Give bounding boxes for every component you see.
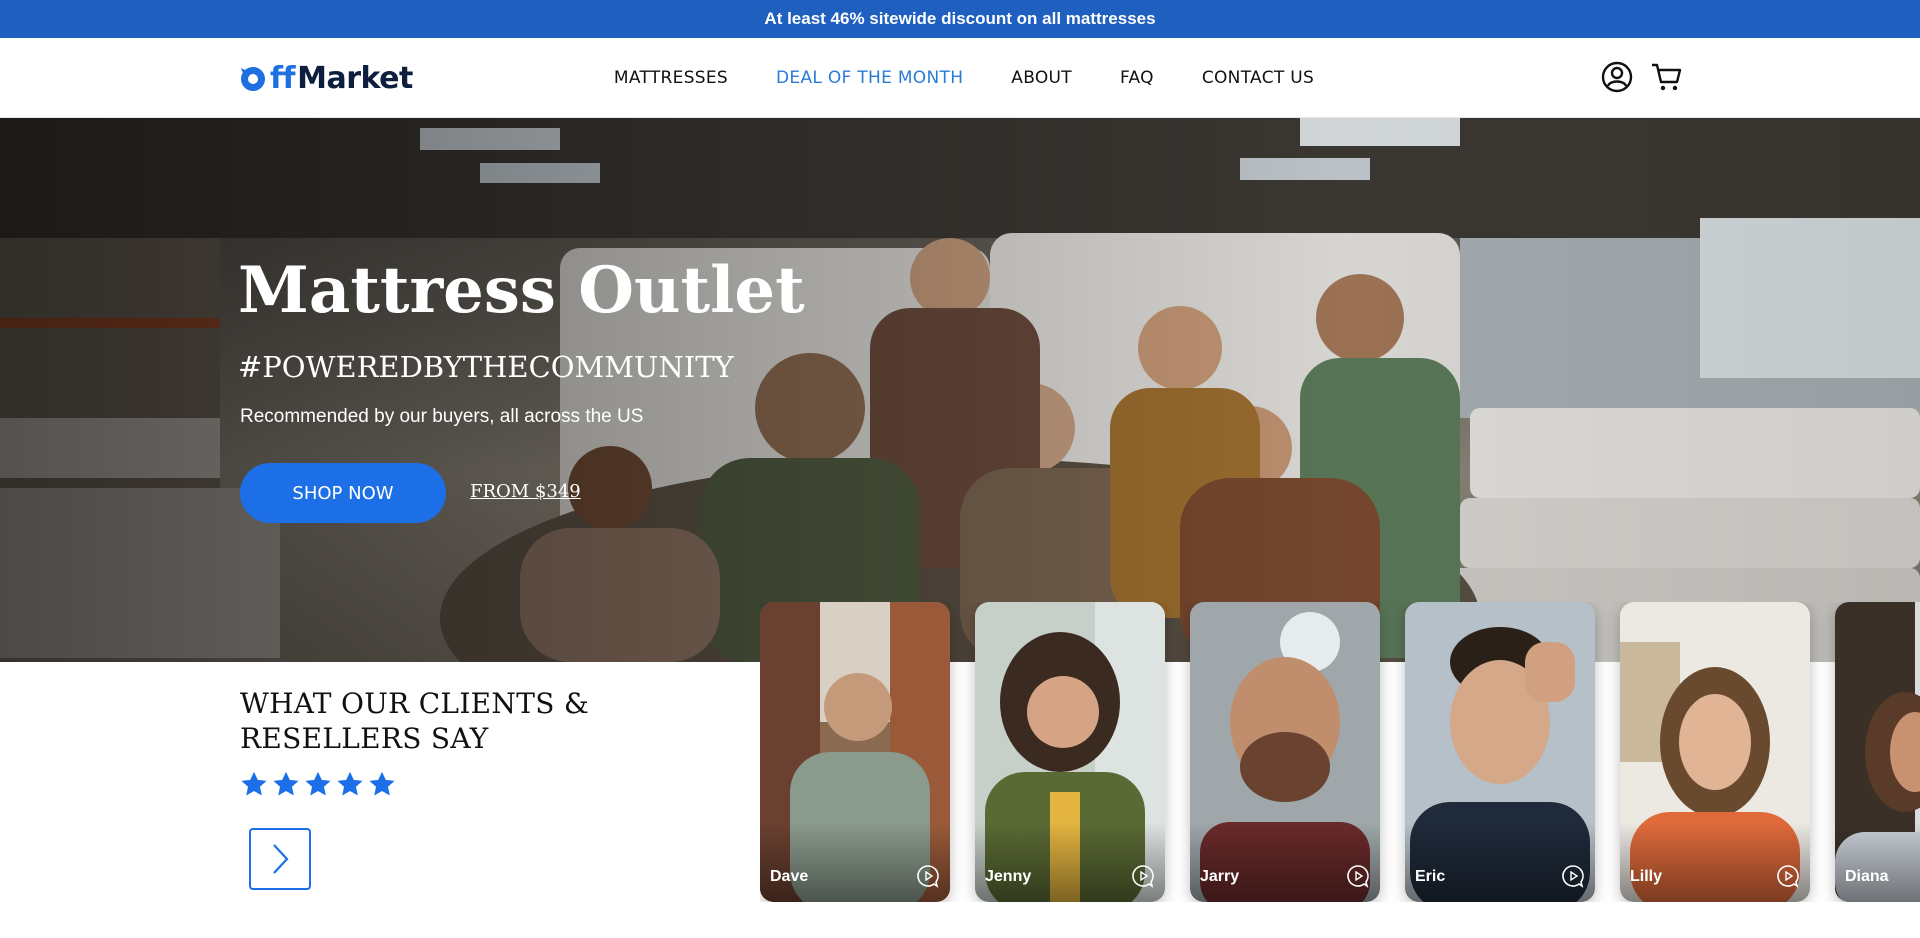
logo-mark-icon: [241, 67, 265, 91]
announcement-text: At least 46% sitewide discount on all ma…: [764, 9, 1156, 28]
testimonial-card-jarry[interactable]: Jarry: [1190, 602, 1380, 902]
cart-icon[interactable]: [1650, 60, 1684, 94]
announcement-bar: At least 46% sitewide discount on all ma…: [0, 0, 1920, 38]
star-icon: [305, 771, 331, 796]
chevron-right-icon: [273, 844, 289, 874]
testimonial-card-lilly[interactable]: Lilly: [1620, 602, 1810, 902]
client-name: Jenny: [985, 868, 1032, 885]
site-header: ff Market MATTRESSES DEAL OF THE MONTH A…: [0, 38, 1920, 118]
user-icon[interactable]: [1600, 60, 1634, 94]
testimonial-card-diana[interactable]: Diana: [1835, 602, 1920, 902]
star-icon: [337, 771, 363, 796]
video-play-icon[interactable]: [1561, 864, 1585, 888]
nav-about[interactable]: ABOUT: [1011, 68, 1072, 88]
logo-text-market: Market: [297, 60, 413, 96]
nav-deal-of-the-month[interactable]: DEAL OF THE MONTH: [776, 68, 963, 88]
client-name: Jarry: [1200, 868, 1240, 885]
nav-contact-us[interactable]: CONTACT US: [1202, 68, 1314, 88]
shop-now-button[interactable]: SHOP NOW: [240, 463, 446, 523]
client-name: Diana: [1845, 868, 1889, 885]
hero-banner: Mattress Outlet #POWEREDBYTHECOMMUNITY R…: [0, 118, 1920, 662]
testimonial-card-dave[interactable]: Dave: [760, 602, 950, 902]
testimonial-card-jenny[interactable]: Jenny: [975, 602, 1165, 902]
hero-title: Mattress Outlet: [238, 253, 805, 328]
star-icon: [241, 771, 267, 796]
video-play-icon[interactable]: [916, 864, 940, 888]
client-name: Dave: [770, 868, 809, 885]
nav-faq[interactable]: FAQ: [1120, 68, 1154, 88]
testimonials-next-button[interactable]: [249, 828, 311, 890]
testimonials-heading-line2: RESELLERS SAY: [240, 722, 489, 755]
client-name: Lilly: [1630, 868, 1663, 885]
rating-stars: [240, 770, 396, 798]
testimonials-heading: WHAT OUR CLIENTS & RESELLERS SAY: [240, 686, 660, 756]
hero-overlay: [0, 118, 1920, 662]
star-icon: [369, 771, 395, 796]
star-icon: [273, 771, 299, 796]
hero-tagline: #POWEREDBYTHECOMMUNITY: [238, 350, 734, 384]
price-from-link[interactable]: FROM $349: [470, 481, 581, 502]
testimonial-card-eric[interactable]: Eric: [1405, 602, 1595, 902]
video-play-icon[interactable]: [1346, 864, 1370, 888]
logo[interactable]: ff Market: [238, 58, 413, 98]
video-play-icon[interactable]: [1776, 864, 1800, 888]
nav-mattresses[interactable]: MATTRESSES: [614, 68, 728, 88]
header-actions: [1600, 60, 1684, 94]
client-name: Eric: [1415, 868, 1446, 885]
logo-text-ff: ff: [270, 60, 296, 96]
testimonial-video-carousel: Dave Jenny Jarry Eric Lilly Diana: [760, 602, 1920, 902]
testimonials-heading-line1: WHAT OUR CLIENTS &: [240, 687, 590, 720]
hero-subtitle: Recommended by our buyers, all across th…: [240, 406, 644, 427]
video-play-icon[interactable]: [1131, 864, 1155, 888]
